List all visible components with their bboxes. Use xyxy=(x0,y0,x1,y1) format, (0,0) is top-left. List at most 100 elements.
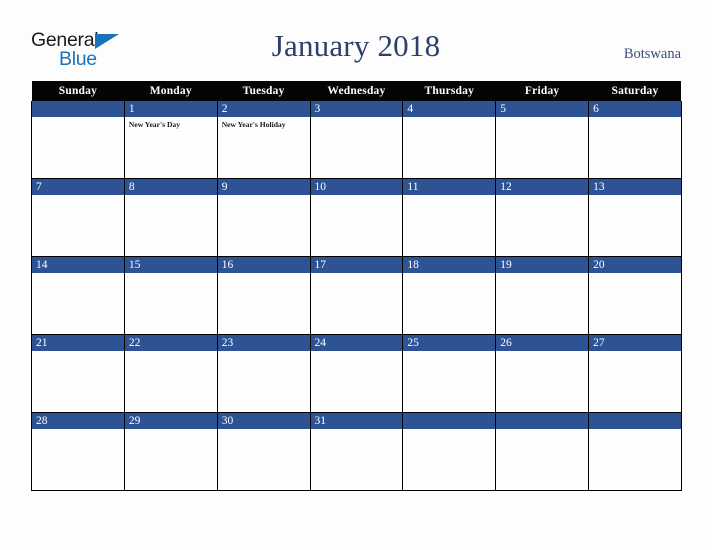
day-cell-content: 16 xyxy=(217,257,310,334)
calendar-day-cell[interactable]: 17 xyxy=(309,256,404,335)
calendar-day-cell[interactable]: 18 xyxy=(402,256,497,335)
day-cell-content: 12 xyxy=(496,179,589,256)
day-event-label: New Year's Holiday xyxy=(221,120,286,129)
day-number: 17 xyxy=(310,257,403,273)
calendar-day-cell[interactable]: 13 xyxy=(588,178,682,257)
calendar-day-cell[interactable]: 9 xyxy=(216,178,311,257)
calendar-week-row: 7 8 9 10 11 12 13 xyxy=(31,178,682,257)
day-cell-content: 4 xyxy=(403,101,496,178)
day-cell-content: 22 xyxy=(124,335,217,412)
calendar-day-cell[interactable]: 31 xyxy=(309,412,404,491)
calendar-day-cell[interactable]: 11 xyxy=(402,178,497,257)
calendar-week-row: 14 15 16 17 18 19 20 xyxy=(31,256,682,335)
day-cell-content: 13 xyxy=(589,179,681,256)
day-events xyxy=(218,195,310,198)
calendar-day-cell[interactable]: 3 xyxy=(309,101,404,179)
day-events xyxy=(125,195,217,198)
calendar-day-cell[interactable]: 22 xyxy=(123,334,218,413)
day-number: 30 xyxy=(217,413,310,429)
day-number: 18 xyxy=(403,257,496,273)
page-title: January 2018 xyxy=(271,28,441,63)
day-cell-content: 31 xyxy=(310,413,403,490)
day-number: 20 xyxy=(589,257,681,273)
calendar-week-row: 1 New Year's Day 2 New Year's Holiday 3 4 5 6 xyxy=(31,101,682,179)
weekday-header-friday: Friday xyxy=(495,81,589,101)
calendar-day-cell[interactable]: 8 xyxy=(123,178,218,257)
day-number: 22 xyxy=(124,335,217,351)
day-events xyxy=(311,429,403,432)
day-cell-content: 6 xyxy=(589,101,681,178)
day-events xyxy=(403,195,495,198)
day-cell-content: 1 New Year's Day xyxy=(124,101,217,178)
calendar-day-cell[interactable]: 19 xyxy=(495,256,590,335)
day-cell-content: 23 xyxy=(217,335,310,412)
calendar-day-cell[interactable]: 5 xyxy=(495,101,590,179)
page-header: General Blue January 2018 Botswana xyxy=(0,0,712,81)
calendar-day-cell[interactable]: 27 xyxy=(588,334,682,413)
weekday-header-sunday: Sunday xyxy=(31,81,125,101)
day-cell-content: 17 xyxy=(310,257,403,334)
calendar-day-cell[interactable]: 25 xyxy=(402,334,497,413)
calendar-body: 1 New Year's Day 2 New Year's Holiday 3 4 5 6 7 8… xyxy=(31,101,682,491)
day-number: 19 xyxy=(496,257,589,273)
calendar-day-cell[interactable]: 26 xyxy=(495,334,590,413)
day-cell-content xyxy=(496,413,589,490)
day-cell-content: 18 xyxy=(403,257,496,334)
calendar-day-cell[interactable]: 24 xyxy=(309,334,404,413)
day-number: 21 xyxy=(32,335,124,351)
day-number: 26 xyxy=(496,335,589,351)
calendar-day-cell[interactable]: 21 xyxy=(31,334,125,413)
calendar-day-cell[interactable] xyxy=(402,412,497,491)
day-events xyxy=(496,117,588,120)
day-number: 4 xyxy=(403,101,496,117)
day-events xyxy=(32,195,124,198)
calendar-day-cell[interactable]: 12 xyxy=(495,178,590,257)
day-events xyxy=(589,429,681,432)
day-number: 11 xyxy=(403,179,496,195)
weekday-header-tuesday: Tuesday xyxy=(217,81,311,101)
day-cell-content: 10 xyxy=(310,179,403,256)
calendar-day-cell[interactable]: 29 xyxy=(123,412,218,491)
day-events xyxy=(496,273,588,276)
calendar-day-cell[interactable]: 28 xyxy=(31,412,125,491)
day-number: 8 xyxy=(124,179,217,195)
day-cell-content: 19 xyxy=(496,257,589,334)
calendar-day-cell[interactable]: 6 xyxy=(588,101,682,179)
weekday-header-saturday: Saturday xyxy=(588,81,682,101)
calendar-day-cell[interactable] xyxy=(31,101,125,179)
calendar-day-cell[interactable]: 16 xyxy=(216,256,311,335)
day-cell-content: 21 xyxy=(32,335,124,412)
calendar-day-cell[interactable]: 30 xyxy=(216,412,311,491)
calendar-week-row: 28 29 30 31 xyxy=(31,412,682,491)
day-cell-content: 8 xyxy=(124,179,217,256)
day-number: 23 xyxy=(217,335,310,351)
day-number: 29 xyxy=(124,413,217,429)
day-events: New Year's Day xyxy=(125,117,217,129)
calendar-day-cell[interactable]: 15 xyxy=(123,256,218,335)
calendar-day-cell[interactable] xyxy=(588,412,682,491)
calendar-day-cell[interactable]: 2 New Year's Holiday xyxy=(216,101,311,179)
calendar-day-cell[interactable]: 4 xyxy=(402,101,497,179)
country-label: Botswana xyxy=(623,46,681,62)
day-number: 28 xyxy=(32,413,124,429)
calendar-day-cell[interactable]: 20 xyxy=(588,256,682,335)
calendar-day-cell[interactable]: 7 xyxy=(31,178,125,257)
day-events xyxy=(496,429,588,432)
day-cell-content xyxy=(589,413,681,490)
day-events xyxy=(218,273,310,276)
day-number: 12 xyxy=(496,179,589,195)
day-cell-content: 9 xyxy=(217,179,310,256)
calendar-day-cell[interactable] xyxy=(495,412,590,491)
calendar-day-cell[interactable]: 1 New Year's Day xyxy=(123,101,218,179)
day-events xyxy=(589,351,681,354)
calendar-day-cell[interactable]: 10 xyxy=(309,178,404,257)
day-number: 7 xyxy=(32,179,124,195)
calendar-day-cell[interactable]: 23 xyxy=(216,334,311,413)
day-cell-content: 7 xyxy=(32,179,124,256)
day-events xyxy=(125,351,217,354)
day-number: 9 xyxy=(217,179,310,195)
calendar-day-cell[interactable]: 14 xyxy=(31,256,125,335)
day-cell-content: 11 xyxy=(403,179,496,256)
day-number: 1 xyxy=(124,101,217,117)
day-events xyxy=(589,195,681,198)
